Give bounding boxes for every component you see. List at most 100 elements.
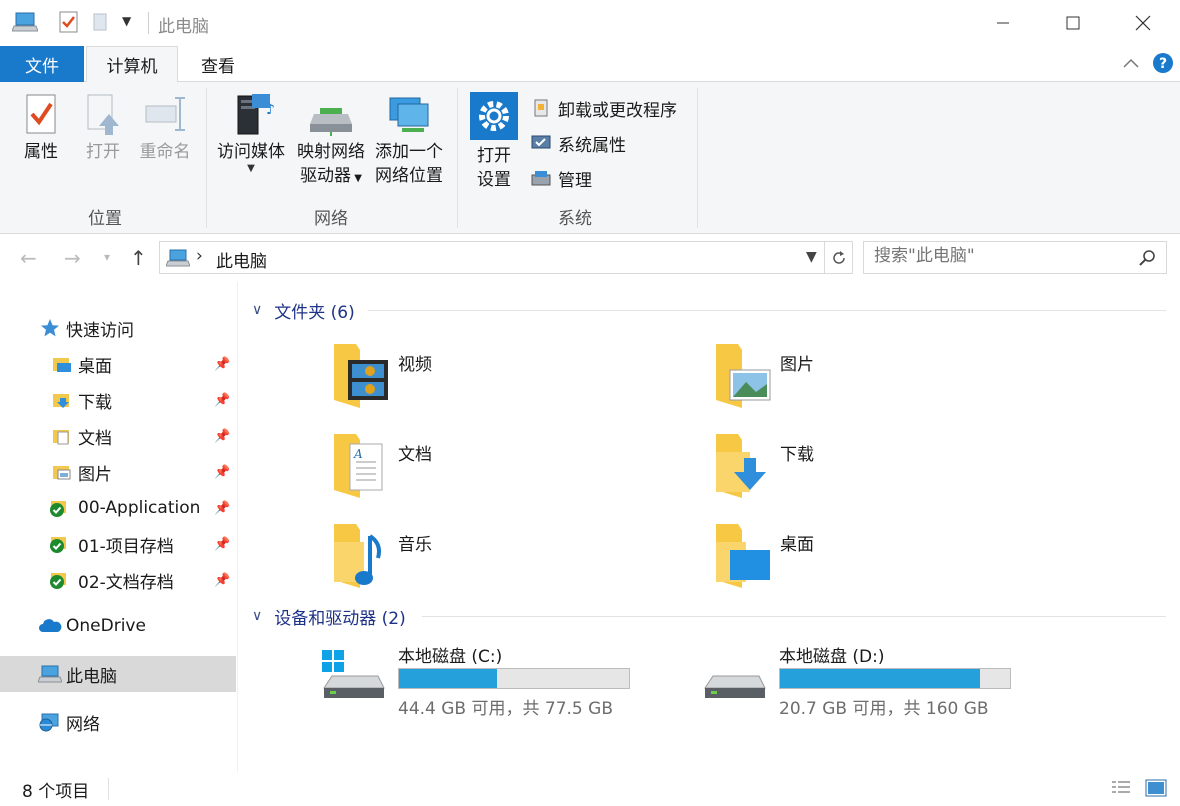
- properties-button[interactable]: 属性: [18, 92, 64, 164]
- system-properties-button[interactable]: 系统属性: [530, 129, 626, 157]
- pictures-folder-icon: [53, 466, 71, 480]
- pin-icon[interactable]: 📌: [214, 573, 230, 588]
- windows-drive-icon: [322, 650, 385, 698]
- open-button[interactable]: 打开: [80, 92, 126, 164]
- tab-computer[interactable]: 计算机: [86, 46, 178, 83]
- drive-free-space: 44.4 GB 可用，共 77.5 GB: [398, 699, 613, 719]
- location-group-label: 位置: [88, 209, 122, 229]
- properties-quick-icon[interactable]: [58, 10, 80, 39]
- close-button[interactable]: [1108, 0, 1178, 46]
- folder-item-desktop[interactable]: 桌面: [712, 522, 1072, 602]
- folder-item-videos[interactable]: 视频: [330, 342, 690, 422]
- search-icon[interactable]: [1138, 249, 1156, 272]
- sidebar-item-01-project-archive[interactable]: 01-项目存档 📌: [0, 526, 236, 562]
- rename-icon: [145, 97, 185, 131]
- tab-file[interactable]: 文件: [0, 46, 84, 82]
- sidebar-item-pictures[interactable]: 图片 📌: [0, 454, 236, 490]
- sidebar-item-label: 下载: [78, 392, 112, 413]
- sidebar-item-label: 图片: [78, 464, 112, 485]
- open-label: 打开: [86, 142, 120, 162]
- new-folder-quick-icon[interactable]: [92, 10, 110, 39]
- address-dropdown-icon[interactable]: ▼: [806, 249, 817, 265]
- documents-folder-icon: A: [334, 434, 383, 498]
- tab-view[interactable]: 查看: [182, 46, 254, 82]
- map-network-drive-icon: [310, 108, 352, 136]
- rename-button[interactable]: 重命名: [136, 92, 194, 164]
- collapse-ribbon-icon[interactable]: [1122, 54, 1140, 74]
- breadcrumb-chevron-icon[interactable]: ›: [196, 246, 203, 266]
- pictures-folder-icon: [716, 344, 771, 408]
- sidebar-item-documents[interactable]: 文档 📌: [0, 418, 236, 454]
- refresh-button[interactable]: [825, 241, 853, 274]
- drive-usage-bar: [779, 668, 1011, 689]
- documents-folder-icon: [53, 430, 69, 445]
- drive-name: 本地磁盘 (D:): [779, 647, 885, 667]
- close-icon: [1135, 15, 1151, 31]
- open-settings-label-line2: 设置: [477, 170, 511, 190]
- item-count: 8 个项目: [22, 782, 90, 802]
- sidebar-item-downloads[interactable]: 下载 📌: [0, 382, 236, 418]
- sidebar-item-00-application[interactable]: 00-Application 📌: [0, 490, 236, 526]
- breadcrumb-this-pc[interactable]: 此电脑: [216, 247, 267, 272]
- large-icons-view-icon[interactable]: [1144, 778, 1168, 803]
- pin-icon[interactable]: 📌: [214, 393, 230, 408]
- collapse-chevron-icon[interactable]: ∨: [252, 608, 262, 624]
- sidebar-item-this-pc[interactable]: 此电脑: [0, 656, 236, 692]
- group-divider: [457, 88, 458, 228]
- this-pc-icon: [38, 665, 62, 683]
- manage-button[interactable]: 管理: [530, 164, 592, 192]
- sidebar-item-label: 网络: [66, 714, 100, 735]
- sidebar-item-onedrive[interactable]: OneDrive: [0, 608, 236, 644]
- search-box[interactable]: [863, 241, 1167, 274]
- drive-item-c[interactable]: 本地磁盘 (C:) 44.4 GB 可用，共 77.5 GB: [322, 642, 652, 722]
- minimize-button[interactable]: [968, 0, 1038, 46]
- pin-icon[interactable]: 📌: [214, 465, 230, 480]
- recent-locations-chevron-icon[interactable]: ▾: [104, 250, 110, 264]
- group-divider: [206, 88, 207, 228]
- address-bar[interactable]: › 此电脑: [159, 241, 825, 274]
- folder-label: 图片: [780, 355, 814, 375]
- folder-item-music[interactable]: 音乐: [330, 522, 690, 602]
- sidebar-item-network[interactable]: 网络: [0, 704, 236, 740]
- sidebar-item-desktop[interactable]: 桌面 📌: [0, 346, 236, 382]
- drive-usage-fill: [780, 669, 981, 688]
- access-media-button[interactable]: ♪ 访问媒体 ▼: [213, 92, 289, 174]
- folder-item-pictures[interactable]: 图片: [712, 342, 1072, 422]
- sidebar-item-label: 01-项目存档: [78, 536, 174, 557]
- maximize-button[interactable]: [1038, 0, 1108, 46]
- computer-icon[interactable]: [11, 10, 39, 39]
- folder-item-documents[interactable]: A 文档: [330, 432, 690, 512]
- customize-quick-access-icon[interactable]: ▼: [122, 14, 131, 28]
- folder-item-downloads[interactable]: 下载: [712, 432, 1072, 512]
- sidebar-item-02-document-archive[interactable]: 02-文档存档 📌: [0, 562, 236, 598]
- map-network-drive-button[interactable]: 映射网络 驱动器 ▼: [293, 92, 369, 191]
- up-arrow-icon[interactable]: ↑: [130, 246, 147, 270]
- forward-arrow-icon[interactable]: →: [64, 246, 81, 270]
- collapse-chevron-icon[interactable]: ∨: [252, 302, 262, 318]
- desktop-folder-icon: [716, 524, 770, 588]
- section-divider: [368, 310, 1166, 311]
- uninstall-programs-button[interactable]: 卸载或更改程序: [530, 94, 677, 122]
- sidebar-item-quick-access[interactable]: 快速访问: [0, 310, 236, 346]
- details-view-icon[interactable]: [1110, 778, 1132, 803]
- drives-section-header[interactable]: ∨ 设备和驱动器 (2): [252, 602, 406, 630]
- folder-label: 文档: [398, 445, 432, 465]
- maximize-icon: [1066, 16, 1080, 30]
- pin-icon[interactable]: 📌: [214, 429, 230, 444]
- video-folder-icon: [334, 344, 388, 408]
- help-icon[interactable]: ?: [1152, 52, 1174, 79]
- onedrive-cloud-icon: [39, 619, 62, 632]
- folder-label: 桌面: [780, 535, 814, 555]
- drive-name: 本地磁盘 (C:): [398, 647, 503, 667]
- uninstall-label: 卸载或更改程序: [558, 100, 677, 121]
- search-input[interactable]: [874, 246, 1124, 266]
- add-network-location-button[interactable]: 添加一个 网络位置: [372, 92, 446, 188]
- pin-icon[interactable]: 📌: [214, 501, 230, 516]
- drive-item-d[interactable]: 本地磁盘 (D:) 20.7 GB 可用，共 160 GB: [703, 642, 1033, 722]
- pin-icon[interactable]: 📌: [214, 357, 230, 372]
- open-settings-button[interactable]: 打开 设置: [468, 92, 520, 192]
- folders-section-header[interactable]: ∨ 文件夹 (6): [252, 296, 355, 324]
- back-arrow-icon[interactable]: ←: [20, 246, 37, 270]
- pin-icon[interactable]: 📌: [214, 537, 230, 552]
- open-icon: [87, 94, 119, 135]
